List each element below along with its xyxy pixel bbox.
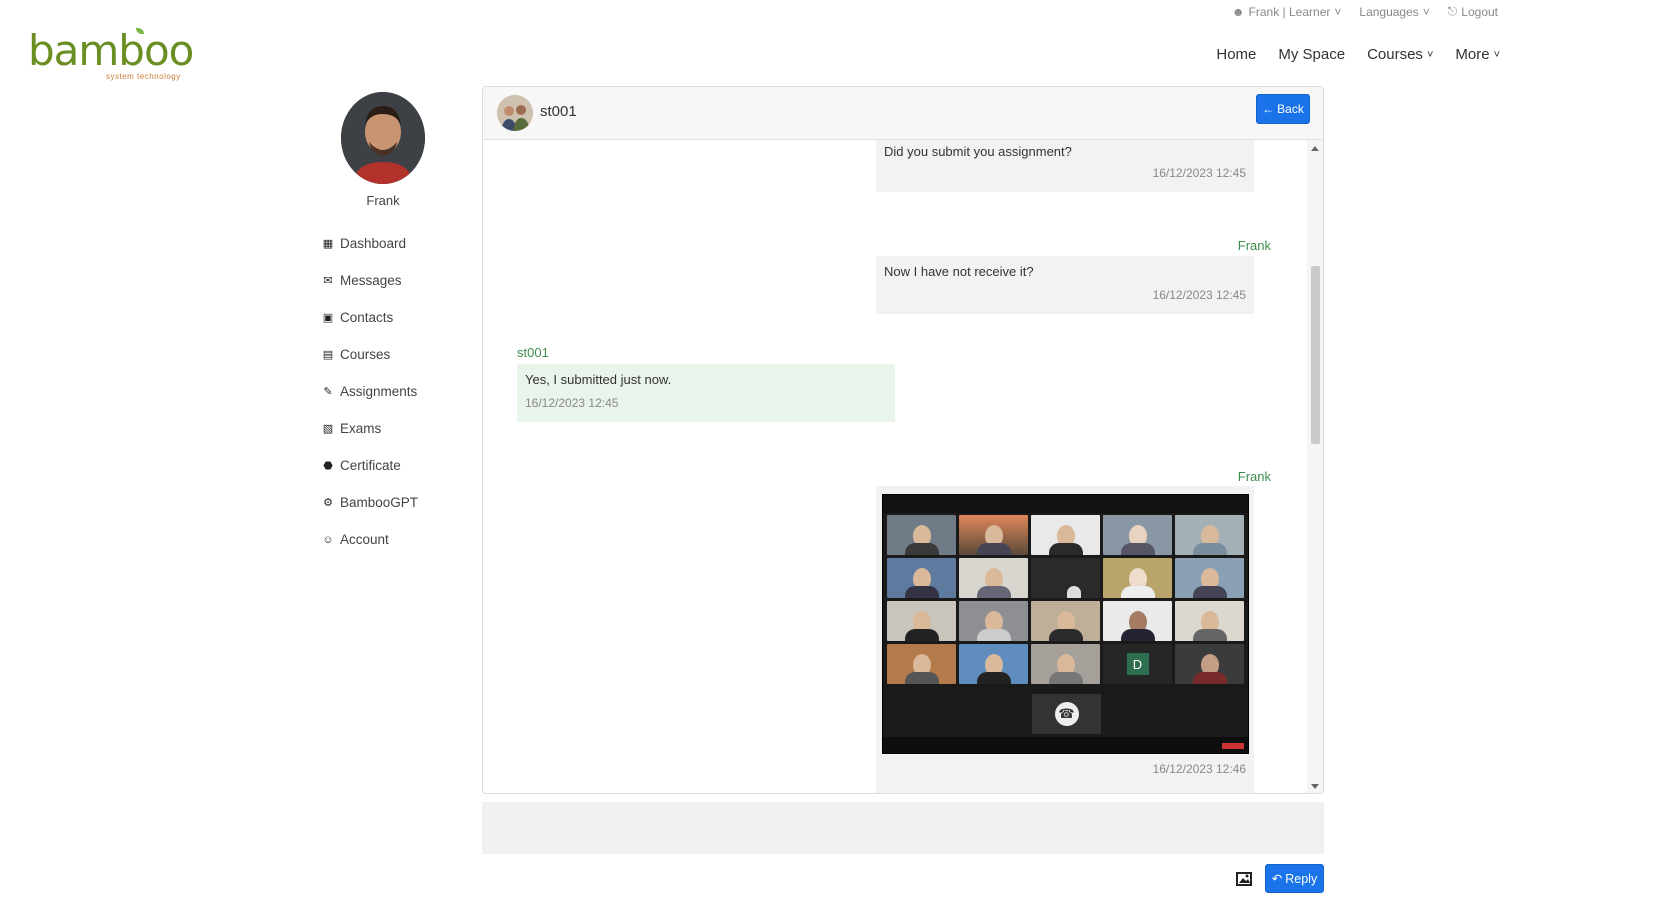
arrow-left-icon: ← xyxy=(1262,102,1275,116)
participant-tile xyxy=(1103,601,1172,641)
participant-tile xyxy=(887,558,956,598)
chat-panel: st001 ← Back Did you submit you assignmen… xyxy=(482,86,1324,794)
participant-tile xyxy=(887,515,956,555)
nav-home[interactable]: Home xyxy=(1216,46,1256,63)
nav-courses[interactable]: Courses ˅ xyxy=(1367,46,1433,63)
logout-link[interactable]: ⎋ Logout xyxy=(1448,4,1498,19)
participant-tile xyxy=(959,558,1028,598)
sidebar-item-account[interactable]: ☺ Account xyxy=(322,521,418,558)
message-list[interactable]: Did you submit you assignment? 16/12/202… xyxy=(483,140,1307,793)
participant-tile: D xyxy=(1103,644,1172,684)
badge-icon: ⬣ xyxy=(323,460,333,472)
message-time: 16/12/2023 12:45 xyxy=(1152,288,1246,302)
message-sender: Frank xyxy=(1237,238,1271,253)
message-text: Yes, I submitted just now. xyxy=(525,372,672,387)
chat-header: st001 ← Back xyxy=(483,87,1323,140)
contact-book-icon: ▣ xyxy=(322,312,334,324)
participant-tile xyxy=(1031,601,1100,641)
languages-menu[interactable]: Languages ˅ xyxy=(1359,4,1429,19)
scroll-down-icon[interactable] xyxy=(1311,784,1319,789)
sidebar-menu: ▦ Dashboard ✉ Messages ▣ Contacts ▤ Courses … xyxy=(322,225,418,558)
sidebar-item-bamboogpt[interactable]: ⚙ BambooGPT xyxy=(322,484,418,521)
message-sender: Frank xyxy=(1237,469,1271,484)
user-icon: ☻ xyxy=(1231,4,1245,19)
book-icon: ▤ xyxy=(322,349,334,361)
participant-tile xyxy=(1103,558,1172,598)
video-call-screenshot[interactable]: D ☎ xyxy=(882,494,1249,754)
participant-tile xyxy=(1031,644,1100,684)
end-meeting-icon xyxy=(1222,743,1244,749)
participant-tile xyxy=(959,644,1028,684)
user-icon: ☺ xyxy=(322,533,334,546)
participant-tile xyxy=(1175,558,1244,598)
sidebar-item-certificate[interactable]: ⬣ Certificate xyxy=(322,447,418,484)
sidebar-item-dashboard[interactable]: ▦ Dashboard xyxy=(322,225,418,262)
message-time: 16/12/2023 12:46 xyxy=(1152,762,1246,776)
message-time: 16/12/2023 12:45 xyxy=(1152,166,1246,180)
participant-grid: D xyxy=(887,515,1257,684)
zoom-toolbar xyxy=(883,737,1248,753)
message-sender: st001 xyxy=(517,345,549,360)
brand-logo[interactable]: bamboo system technology xyxy=(28,28,194,81)
grid-icon: ▦ xyxy=(322,238,334,250)
scroll-thumb[interactable] xyxy=(1311,266,1320,444)
sidebar-item-contacts[interactable]: ▣ Contacts xyxy=(322,299,418,336)
sidebar-item-exams[interactable]: ▧ Exams xyxy=(322,410,418,447)
participant-tile xyxy=(1175,515,1244,555)
participant-tile xyxy=(959,601,1028,641)
chevron-down-icon: ˅ xyxy=(1334,4,1342,19)
reply-button[interactable]: ↶ Reply xyxy=(1265,864,1324,893)
chevron-down-icon: ˅ xyxy=(1426,48,1434,61)
participant-tile xyxy=(1031,558,1100,598)
message-text: Now I have not receive it? xyxy=(884,264,1034,279)
participant-tile xyxy=(1175,601,1244,641)
participant-tile xyxy=(887,644,956,684)
nav-more[interactable]: More ˅ xyxy=(1455,46,1500,63)
scroll-up-icon[interactable] xyxy=(1311,146,1319,151)
message-bubble: Now I have not receive it? 16/12/2023 12… xyxy=(876,256,1254,314)
message-time: 16/12/2023 12:45 xyxy=(525,396,619,410)
nav-myspace[interactable]: My Space xyxy=(1278,46,1345,63)
participant-tile xyxy=(1175,644,1244,684)
participant-tile: ☎ xyxy=(1032,694,1101,734)
avatar xyxy=(341,92,425,184)
participant-tile xyxy=(1103,515,1172,555)
envelope-icon: ✉ xyxy=(323,275,333,287)
message-time-wrap: 16/12/2023 12:46 xyxy=(876,760,1254,780)
logout-icon: ⎋ xyxy=(1447,4,1458,18)
back-button[interactable]: ← Back xyxy=(1256,94,1310,124)
gear-icon: ⚙ xyxy=(323,497,333,509)
phone-icon: ☎ xyxy=(1054,702,1079,726)
edit-icon: ✎ xyxy=(323,386,333,398)
participant-tile xyxy=(887,601,956,641)
message-bubble: Did you submit you assignment? 16/12/202… xyxy=(876,140,1254,192)
zoom-top-bar xyxy=(883,495,1248,513)
pencil-square-icon: ▧ xyxy=(322,423,334,435)
reply-input[interactable] xyxy=(482,802,1324,854)
image-icon[interactable] xyxy=(1236,872,1252,886)
top-utility-bar: ☻ Frank | Learner ˅ Languages ˅ ⎋ Logout xyxy=(1232,4,1498,19)
main-nav: Home My Space Courses ˅ More ˅ xyxy=(1216,46,1500,63)
participant-tile xyxy=(1031,515,1100,555)
reply-arrow-icon: ↶ xyxy=(1271,872,1283,886)
contact-name: st001 xyxy=(540,103,577,120)
chevron-down-icon: ˅ xyxy=(1422,4,1430,19)
profile-name: Frank xyxy=(366,193,400,208)
chevron-down-icon: ˅ xyxy=(1493,48,1500,61)
sidebar-item-messages[interactable]: ✉ Messages xyxy=(322,262,418,299)
message-bubble: Yes, I submitted just now. 16/12/2023 12… xyxy=(517,364,895,422)
user-menu[interactable]: ☻ Frank | Learner ˅ xyxy=(1232,4,1341,19)
chat-scrollbar[interactable] xyxy=(1307,140,1323,793)
participant-tile xyxy=(959,515,1028,555)
sidebar-item-assignments[interactable]: ✎ Assignments xyxy=(322,373,418,410)
message-text: Did you submit you assignment? xyxy=(884,144,1072,159)
sidebar-item-courses[interactable]: ▤ Courses xyxy=(322,336,418,373)
contact-avatar xyxy=(497,95,533,131)
